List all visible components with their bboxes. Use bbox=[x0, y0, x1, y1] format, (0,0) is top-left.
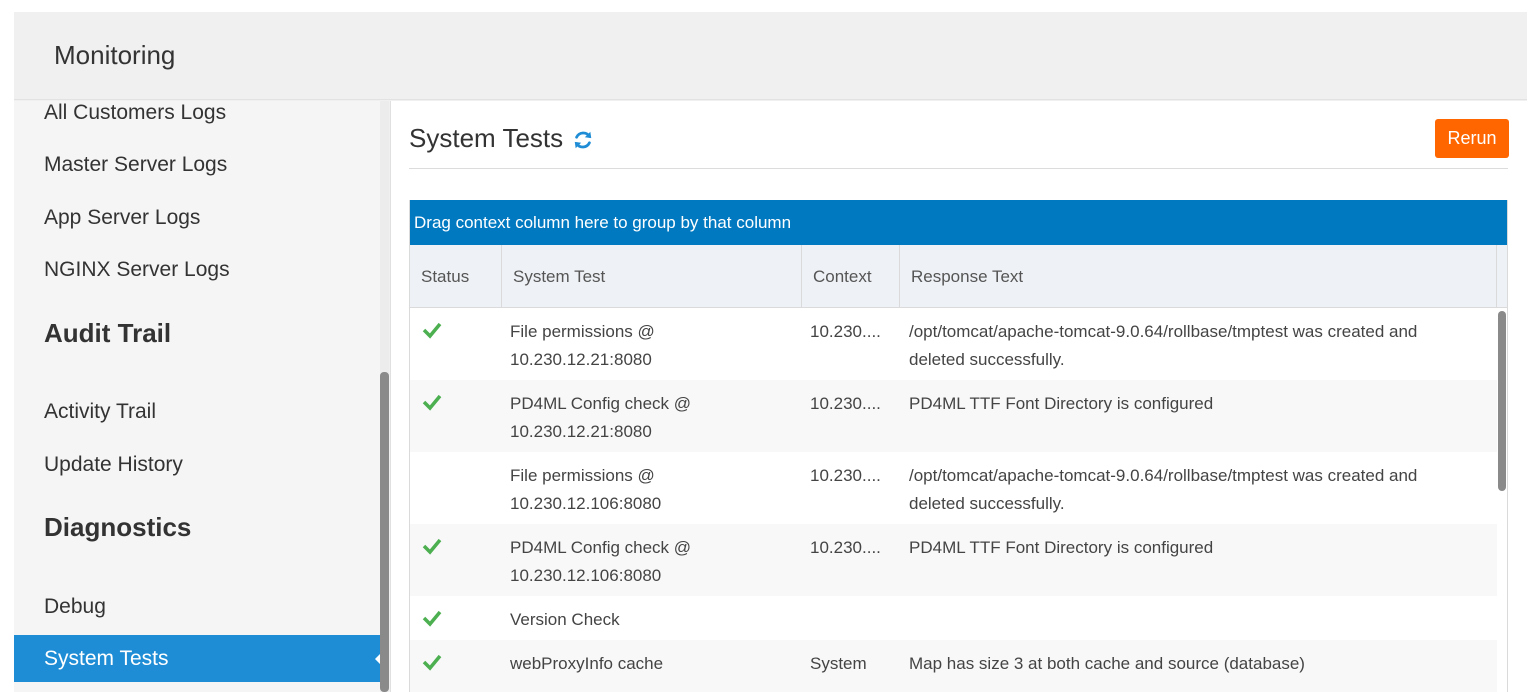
main-panel: System Tests Rerun Drag context column h… bbox=[390, 101, 1527, 692]
context-cell: System bbox=[810, 654, 867, 673]
sidebar-item-label: System Tests bbox=[44, 647, 169, 670]
context-cell: 10.230.... bbox=[810, 322, 881, 341]
column-header-context[interactable]: Context bbox=[802, 245, 900, 308]
status-cell bbox=[422, 320, 442, 348]
response-cell: PD4ML TTF Font Directory is configured bbox=[909, 538, 1214, 557]
sidebar-item-system-tests[interactable]: System Tests bbox=[14, 635, 389, 682]
table-row[interactable]: File permissions @10.230.12.106:8080 10.… bbox=[410, 452, 1497, 524]
context-cell: 10.230.... bbox=[810, 538, 881, 557]
test-cell: PD4ML Config check @10.230.12.106:8080 bbox=[510, 538, 692, 585]
response-cell: PD4ML TTF Font Directory is configured bbox=[909, 394, 1214, 413]
check-icon bbox=[422, 538, 442, 555]
table-row[interactable]: webProxyInfo cache System Map has size 3… bbox=[410, 640, 1497, 692]
column-header-system-test[interactable]: System Test bbox=[502, 245, 802, 308]
app-header: Monitoring bbox=[14, 12, 1527, 100]
table-row[interactable]: PD4ML Config check @10.230.12.106:8080 1… bbox=[410, 524, 1497, 596]
title-divider bbox=[409, 168, 1508, 169]
test-cell: File permissions @10.230.12.106:8080 bbox=[510, 466, 662, 513]
audit-trail-heading: Audit Trail bbox=[44, 318, 172, 348]
test-cell: webProxyInfo cache bbox=[510, 654, 664, 673]
refresh-icon[interactable] bbox=[572, 129, 594, 151]
status-cell bbox=[422, 652, 442, 680]
sidebar[interactable]: All Customers Logs Master Server Logs Ap… bbox=[14, 101, 389, 692]
table-row[interactable]: Version Check bbox=[410, 596, 1497, 640]
context-cell: 10.230.... bbox=[810, 466, 881, 485]
sidebar-item-nginx-server-logs[interactable]: NGINX Server Logs bbox=[14, 248, 389, 292]
sidebar-item-debug[interactable]: Debug bbox=[14, 585, 389, 629]
test-cell: Version Check bbox=[510, 610, 620, 629]
sidebar-scrollbar-thumb[interactable] bbox=[380, 372, 389, 692]
check-icon bbox=[422, 322, 442, 339]
status-cell bbox=[422, 608, 442, 636]
status-cell bbox=[422, 536, 442, 564]
check-icon bbox=[422, 394, 442, 411]
rerun-button[interactable]: Rerun bbox=[1435, 119, 1509, 158]
sidebar-item-all-customers-logs[interactable]: All Customers Logs bbox=[14, 101, 389, 135]
group-by-drop-zone[interactable]: Drag context column here to group by tha… bbox=[410, 200, 1507, 245]
column-header-status[interactable]: Status bbox=[410, 245, 502, 308]
sidebar-item-master-server-logs[interactable]: Master Server Logs bbox=[14, 143, 389, 187]
status-cell bbox=[422, 392, 442, 420]
grid-header: Status System Test Context Response Text bbox=[410, 245, 1507, 308]
system-tests-grid: Drag context column here to group by tha… bbox=[409, 200, 1508, 692]
check-icon bbox=[422, 610, 442, 627]
diagnostics-heading: Diagnostics bbox=[44, 512, 192, 542]
check-icon bbox=[422, 654, 442, 671]
app-frame: Monitoring All Customers Logs Master Ser… bbox=[14, 12, 1527, 692]
response-cell: Map has size 3 at both cache and source … bbox=[909, 654, 1305, 673]
test-cell: File permissions @10.230.12.21:8080 bbox=[510, 322, 655, 369]
sidebar-item-app-server-logs[interactable]: App Server Logs bbox=[14, 196, 389, 240]
context-cell: 10.230.... bbox=[810, 394, 881, 413]
table-row[interactable]: PD4ML Config check @10.230.12.21:8080 10… bbox=[410, 380, 1497, 452]
app-title: Monitoring bbox=[54, 40, 176, 70]
page-title: System Tests bbox=[409, 123, 564, 153]
column-header-response-text[interactable]: Response Text bbox=[900, 245, 1497, 308]
grid-scrollbar-thumb[interactable] bbox=[1498, 311, 1506, 491]
sidebar-item-update-history[interactable]: Update History bbox=[14, 443, 389, 487]
table-row[interactable]: File permissions @10.230.12.21:8080 10.2… bbox=[410, 308, 1497, 380]
sidebar-item-activity-trail[interactable]: Activity Trail bbox=[14, 390, 389, 434]
test-cell: PD4ML Config check @10.230.12.21:8080 bbox=[510, 394, 692, 441]
grid-body: File permissions @10.230.12.21:8080 10.2… bbox=[410, 308, 1507, 692]
response-cell: /opt/tomcat/apache-tomcat-9.0.64/rollbas… bbox=[909, 466, 1418, 513]
response-cell: /opt/tomcat/apache-tomcat-9.0.64/rollbas… bbox=[909, 322, 1418, 369]
